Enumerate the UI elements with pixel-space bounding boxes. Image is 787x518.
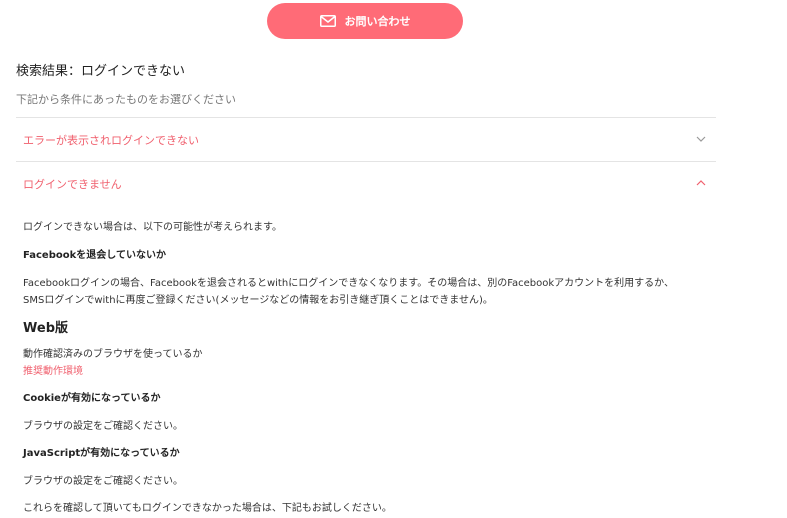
mail-icon <box>319 15 336 27</box>
facebook-text-line-1: Facebookログインの場合、Facebookを退会されるとwithにログイン… <box>23 278 674 289</box>
facebook-text-line-2: SMSログインでwithに再度ご登録ください(メッセージなどの情報をお引き継ぎ頂… <box>23 295 493 306</box>
faq-item-login-error[interactable]: エラーが表示されログインできない <box>16 118 716 161</box>
recommended-environment-link[interactable]: 推奨動作環境 <box>23 362 83 377</box>
browser-text: 動作確認済みのブラウザを使っているか <box>23 349 203 360</box>
answer-intro: ログインできない場合は、以下の可能性が考えられます。 <box>23 222 282 233</box>
cookie-text: ブラウザの設定をご確認ください。 <box>23 421 183 432</box>
web-heading: Web版 <box>23 321 68 336</box>
chevron-up-icon <box>696 180 706 186</box>
search-result-title: 検索結果：ログインできない <box>16 64 186 79</box>
closing-text: これらを確認して頂いてもログインできなかった場合は、下記もお試しください。 <box>23 503 392 514</box>
facebook-heading: Facebookを退会していないか <box>23 250 166 261</box>
faq-item-cannot-login[interactable]: ログインできません <box>16 162 716 205</box>
contact-button-label: お問い合わせ <box>344 15 411 28</box>
contact-button[interactable]: お問い合わせ <box>267 3 463 39</box>
help-page: お問い合わせ 検索結果：ログインできない 下記から条件にあったものをお選びくださ… <box>0 0 787 518</box>
javascript-text: ブラウザの設定をご確認ください。 <box>23 476 183 487</box>
chevron-down-icon <box>696 136 706 142</box>
search-result-subtitle: 下記から条件にあったものをお選びください <box>16 93 236 106</box>
javascript-heading: JavaScriptが有効になっているか <box>23 448 180 459</box>
cookie-heading: Cookieが有効になっているか <box>23 393 161 404</box>
faq-question: ログインできません <box>23 177 122 191</box>
faq-question: エラーが表示されログインできない <box>23 133 199 147</box>
